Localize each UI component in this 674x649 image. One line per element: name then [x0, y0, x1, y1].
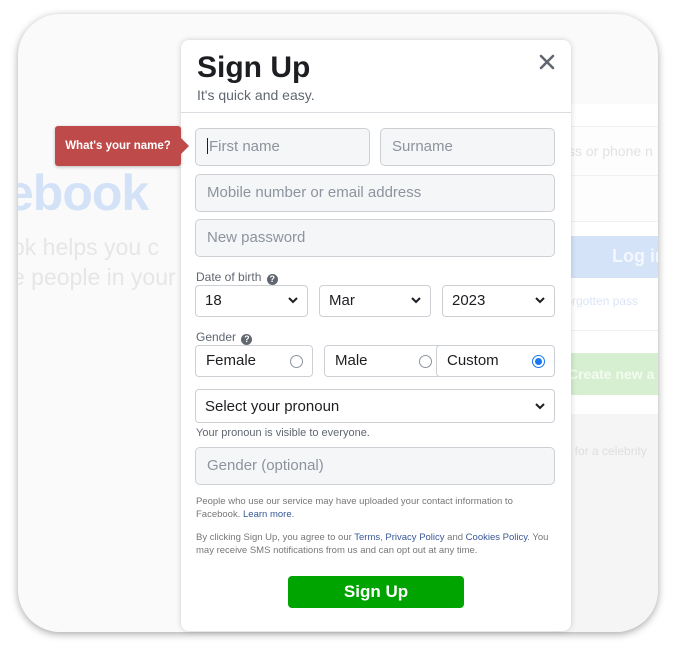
and-text: and: [447, 532, 464, 543]
terms-notice: By clicking Sign Up, you agree to our Te…: [196, 531, 556, 557]
gender-option-label: Custom: [447, 352, 499, 369]
new-password-input[interactable]: New password: [195, 219, 555, 257]
cookies-policy-link[interactable]: Cookies Policy: [466, 532, 528, 543]
terms-prefix-text: By clicking Sign Up, you agree to our: [196, 532, 352, 543]
mobile-or-email-input[interactable]: Mobile number or email address: [195, 174, 555, 212]
validation-tooltip: What's your name?: [55, 126, 189, 166]
signup-modal: Sign Up It's quick and easy. First name …: [181, 40, 571, 631]
background-login-email-placeholder: ss or phone n: [568, 143, 653, 159]
gender-option-male[interactable]: Male: [324, 345, 442, 377]
background-tagline-line1: ok helps you c: [18, 234, 160, 260]
modal-subtitle: It's quick and easy.: [197, 87, 315, 103]
period: .: [527, 532, 530, 543]
birth-month-value: Mar: [329, 292, 355, 309]
privacy-policy-link[interactable]: Privacy Policy: [385, 532, 444, 543]
chevron-down-icon: [535, 403, 545, 410]
chevron-down-icon: [411, 297, 421, 304]
gender-option-custom[interactable]: Custom: [436, 345, 555, 377]
pronoun-select[interactable]: Select your pronoun: [195, 389, 555, 423]
date-of-birth-label-text: Date of birth: [196, 270, 262, 284]
help-icon[interactable]: ?: [266, 274, 278, 285]
text-caret: [207, 138, 208, 154]
first-name-placeholder: First name: [209, 138, 280, 155]
birth-day-select[interactable]: 18: [195, 285, 308, 317]
period: .: [291, 509, 295, 520]
close-icon[interactable]: [535, 50, 559, 74]
gender-option-female[interactable]: Female: [195, 345, 313, 377]
learn-more-link[interactable]: Learn more: [243, 509, 292, 520]
sign-up-button[interactable]: Sign Up: [288, 576, 464, 608]
gender-option-label: Male: [335, 352, 368, 369]
gender-option-label: Female: [206, 352, 257, 369]
surname-input[interactable]: Surname: [380, 128, 555, 166]
chevron-down-icon: [288, 297, 298, 304]
new-password-placeholder: New password: [207, 229, 306, 246]
background-create-page-text: ge for a celebrity: [558, 444, 647, 458]
birth-day-value: 18: [205, 292, 222, 309]
modal-title: Sign Up: [197, 51, 311, 84]
birth-month-select[interactable]: Mar: [319, 285, 431, 317]
birth-year-value: 2023: [452, 292, 486, 309]
comma: ,: [380, 532, 383, 543]
pronoun-value: Select your pronoun: [205, 398, 340, 415]
modal-header: Sign Up It's quick and easy.: [181, 40, 571, 113]
date-of-birth-label: Date of birth ?: [196, 270, 278, 285]
surname-placeholder: Surname: [392, 138, 453, 155]
gender-label-text: Gender: [196, 330, 237, 344]
background-facebook-logo: ebook: [18, 165, 149, 221]
chevron-down-icon: [535, 297, 545, 304]
radio-button[interactable]: [290, 355, 303, 368]
contact-info-notice: People who use our service may have uplo…: [196, 495, 556, 521]
first-name-input[interactable]: First name: [195, 128, 370, 166]
background-tagline-line2: e people in your: [18, 264, 176, 290]
mobile-or-email-placeholder: Mobile number or email address: [207, 184, 422, 201]
terms-link[interactable]: Terms: [354, 532, 380, 543]
background-divider: [558, 330, 658, 331]
gender-label: Gender ?: [196, 330, 253, 345]
help-icon[interactable]: ?: [241, 334, 253, 345]
pronoun-note: Your pronoun is visible to everyone.: [196, 427, 370, 439]
gender-optional-placeholder: Gender (optional): [207, 457, 324, 474]
birth-year-select[interactable]: 2023: [442, 285, 555, 317]
radio-button-checked[interactable]: [532, 355, 545, 368]
radio-button[interactable]: [419, 355, 432, 368]
gender-optional-input[interactable]: Gender (optional): [195, 447, 555, 485]
background-tagline: ok helps you c e people in your: [18, 232, 176, 292]
